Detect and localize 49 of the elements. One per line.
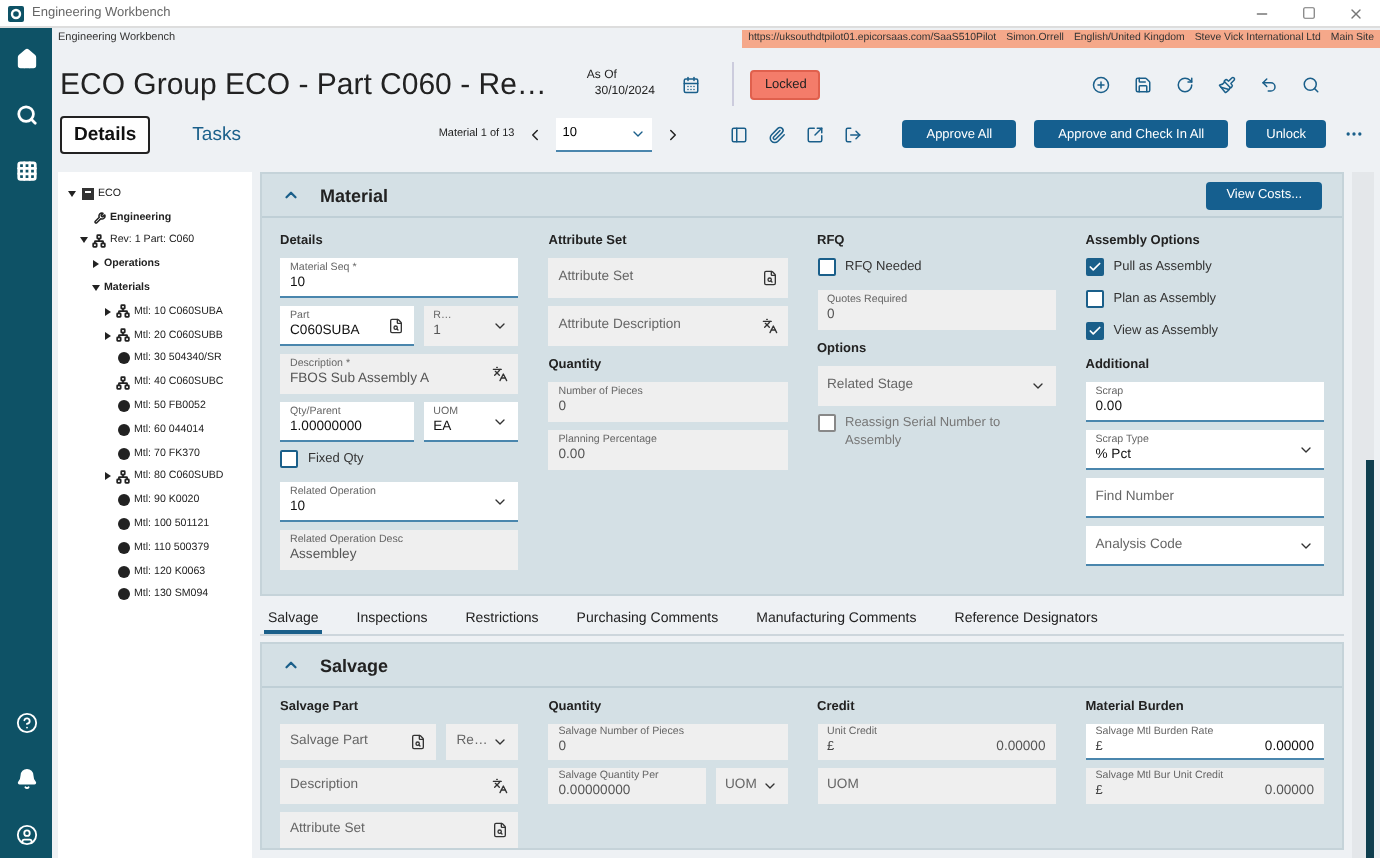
expand-toggle-icon[interactable] [79,236,87,245]
apps-grid-icon[interactable] [15,160,37,182]
expand-toggle-icon[interactable] [103,331,111,340]
collapse-chevron-icon[interactable] [282,656,300,674]
undo-icon[interactable] [1260,75,1278,93]
add-icon[interactable] [1092,75,1110,93]
lookup-icon[interactable] [387,317,404,333]
checkbox[interactable] [1085,322,1104,340]
checkbox[interactable] [1085,290,1104,308]
checkbox[interactable] [280,450,298,468]
expand-toggle-icon[interactable] [91,284,99,293]
app-logo-icon [8,5,24,21]
hierarchy-icon [116,304,130,319]
exit-icon[interactable] [844,125,863,143]
expand-toggle-icon[interactable] [67,189,75,198]
expand-toggle-icon[interactable] [91,260,99,269]
user-icon[interactable] [15,824,37,846]
collapse-chevron-icon[interactable] [282,186,300,204]
hierarchy-icon [116,375,130,390]
part-icon [117,352,129,365]
search-icon[interactable] [1302,75,1320,93]
expand-toggle-icon[interactable] [103,472,111,481]
view-tab[interactable]: Tasks [178,115,255,153]
card-title: Salvage [320,655,389,675]
expand-toggle-icon[interactable] [103,307,111,316]
hierarchy-icon [116,328,130,343]
brush-icon[interactable] [1218,75,1236,93]
document-icon [81,187,93,200]
hierarchy-icon [116,469,130,484]
page-title: ECO Group ECO - Part C060 - Re… [60,65,547,103]
help-icon[interactable] [15,712,37,734]
attachment-icon[interactable] [768,125,787,143]
scrollbar[interactable] [1352,172,1374,858]
panel-icon[interactable] [730,125,749,143]
checkbox[interactable] [817,258,835,276]
view-tab[interactable]: Details [60,115,151,153]
maximize-icon[interactable] [1302,5,1316,19]
wrench-icon [93,211,105,224]
scrollbar-thumb[interactable] [1366,460,1374,858]
card-title: Material [320,185,389,205]
hierarchy-icon [92,233,106,248]
calendar-icon[interactable] [682,75,701,93]
save-icon[interactable] [1134,75,1152,93]
notifications-icon[interactable] [15,768,37,790]
close-icon[interactable] [1348,5,1364,21]
open-external-icon[interactable] [806,125,825,143]
home-icon[interactable] [15,48,37,70]
checkbox[interactable] [1085,258,1104,276]
refresh-icon[interactable] [1176,75,1194,93]
